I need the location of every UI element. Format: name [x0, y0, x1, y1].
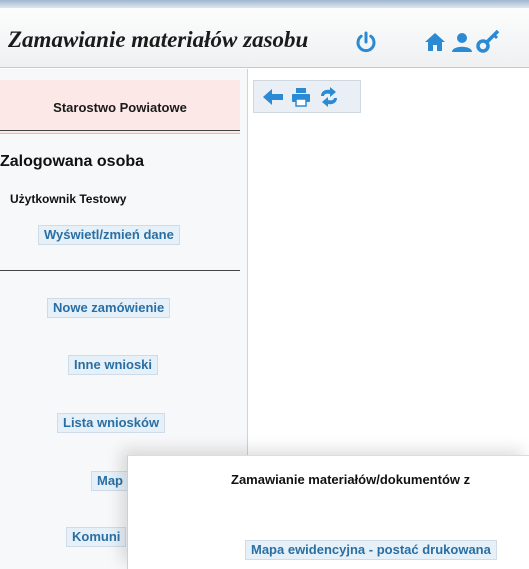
user-name: Użytkownik Testowy	[10, 192, 127, 206]
edit-user-data-button[interactable]: Wyświetl/zmień dane	[38, 225, 180, 245]
other-requests-button[interactable]: Inne wnioski	[68, 355, 159, 375]
order-dialog: Zamawianie materiałów/dokumentów z Mapa …	[127, 455, 529, 569]
user-icon[interactable]	[450, 30, 474, 54]
logged-user-heading: Zalogowana osoba	[0, 153, 145, 170]
power-icon[interactable]	[354, 30, 378, 54]
window-top-frame	[0, 0, 529, 8]
map-button[interactable]: Map	[91, 471, 129, 491]
divider	[0, 130, 240, 131]
home-icon[interactable]	[423, 30, 447, 54]
key-icon[interactable]	[476, 30, 500, 54]
dialog-title: Zamawianie materiałów/dokumentów z	[231, 472, 471, 487]
divider	[0, 270, 240, 271]
new-order-button[interactable]: Nowe zamówienie	[47, 298, 171, 318]
toolbar	[253, 80, 361, 113]
messages-button[interactable]: Komuni	[66, 527, 127, 547]
app-title: Zamawianie materiałów zasobu	[8, 27, 309, 52]
back-arrow-icon[interactable]	[262, 87, 284, 107]
organization-banner: Starostwo Powiatowe	[0, 80, 240, 134]
organization-name: Starostwo Powiatowe	[53, 99, 187, 115]
requests-list-button[interactable]: Lista wniosków	[57, 413, 166, 433]
printed-cadastral-map-option[interactable]: Mapa ewidencyjna - postać drukowana	[245, 540, 497, 560]
print-icon[interactable]	[290, 87, 312, 107]
refresh-icon[interactable]	[318, 87, 340, 107]
app-header: Zamawianie materiałów zasobu	[0, 8, 529, 68]
